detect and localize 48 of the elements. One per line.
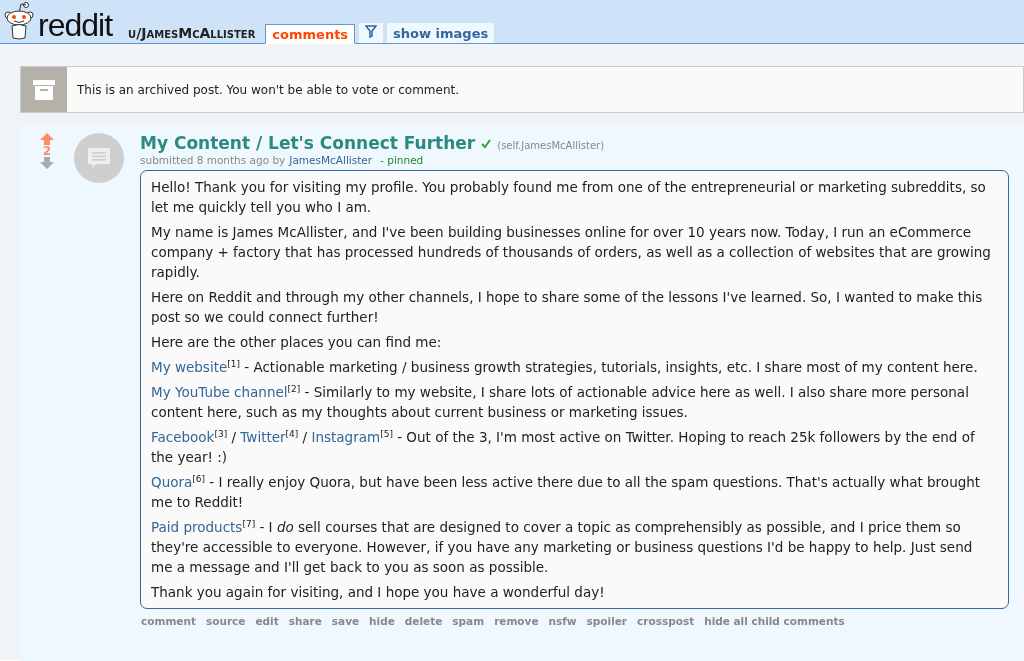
link[interactable]: My website (151, 359, 228, 375)
upvote-arrow-icon[interactable] (40, 133, 54, 145)
downvote-arrow-icon[interactable] (40, 157, 54, 169)
paragraph: My name is James McAllister, and I've been building businesses online for over 10 years now. Today, I run an eCommerce company + factory that has processed hundreds of thousands of orders, as well as a collection of websites that are growing rapidly. (151, 223, 992, 282)
checkmark-icon (481, 139, 492, 149)
author-link[interactable]: JamesMcAllister (289, 154, 373, 166)
submitted-text: submitted 8 months ago by (140, 154, 286, 166)
paragraph: My website$^{[1]}$ - Actionable marketing / business growth strategies, tutorials, insights, etc. I share most of my content here. (151, 357, 979, 377)
paragraph: Here are the other places you can find me: (151, 333, 443, 352)
paragraph: Paid products$^{[7]}$ - I do sell courses that are designed to cover a topic as comprehensibly as possible, and I price them so they're accessible to everyone. However, if you have any marketing or business questions I'd be happy to help. Just send me a message and I'll get back to you as soon as possible. (151, 517, 974, 577)
link[interactable]: Instagram (311, 429, 381, 445)
post-title[interactable]: My Content / Let's Connect Further (140, 133, 476, 153)
notice-text: This is an archived post. You won't be able to vote or comment. (77, 82, 460, 97)
alien-logo-icon (4, 1, 34, 41)
paragraph: Quora$^{[6]}$ - I really enjoy Quora, but have been less active there due to all the spam questions. That's actually what brought me to Reddit! (151, 472, 982, 512)
action-link[interactable]: crosspost (636, 615, 696, 627)
action-link[interactable]: spoiler (585, 615, 629, 627)
action-link[interactable]: delete (403, 615, 444, 627)
logo-text[interactable]: reddit (38, 9, 113, 41)
action-link[interactable]: nsfw (547, 615, 578, 627)
link[interactable]: Paid products (151, 519, 243, 535)
action-link[interactable]: hide (368, 615, 396, 627)
page-username: u/JamesMcAllister (128, 25, 256, 43)
filter-icon (365, 25, 378, 38)
link[interactable]: Facebook (151, 429, 215, 445)
action-link[interactable]: save (330, 615, 361, 627)
score: 2 (42, 145, 52, 157)
action-link[interactable]: hide all child comments (703, 615, 846, 627)
filter-tab[interactable] (359, 23, 384, 43)
post-domain[interactable]: (self.JamesMcAllister) (497, 140, 605, 151)
action-link[interactable]: edit (254, 615, 280, 627)
action-link[interactable]: share (287, 615, 323, 627)
paragraph: Hello! Thank you for visiting my profile. You probably found me from one of the entrepreneurial or marketing subreddits, so let me quickly tell you who I am. (151, 178, 987, 217)
link[interactable]: My YouTube channel (151, 384, 288, 400)
action-link[interactable]: remove (493, 615, 540, 627)
self-post-thumbnail[interactable] (74, 133, 124, 183)
action-link[interactable]: spam (451, 615, 486, 627)
paragraph: Facebook$^{[3]}$ / Twitter$^{[4]}$ / Instagram$^{[5]}$ - Out of the 3, I'm most active on Twitter. Hoping to reach 25k followers by the end of the year! :) (151, 427, 976, 467)
tab[interactable]: comments (265, 24, 356, 44)
paragraph: Here on Reddit and through my other channels, I hope to share some of the lessons I've learned. So, I wanted to make this post so we could connect further! (151, 288, 984, 327)
paragraph: My YouTube channel$^{[2]}$ - Similarly to my website, I share lots of actionable advice here as well. I also share more personal content here, such as my thoughts about current business or marketing issues. (151, 382, 970, 422)
paragraph: Thank you again for visiting, and I hope you have a wonderful day! (151, 583, 606, 602)
action-link[interactable]: comment (140, 615, 197, 627)
pinned-label: - pinned (380, 154, 424, 166)
tab[interactable]: show images (387, 23, 495, 43)
link[interactable]: Quora (151, 474, 193, 490)
action-link[interactable]: source (204, 615, 247, 627)
link[interactable]: Twitter (240, 429, 286, 445)
